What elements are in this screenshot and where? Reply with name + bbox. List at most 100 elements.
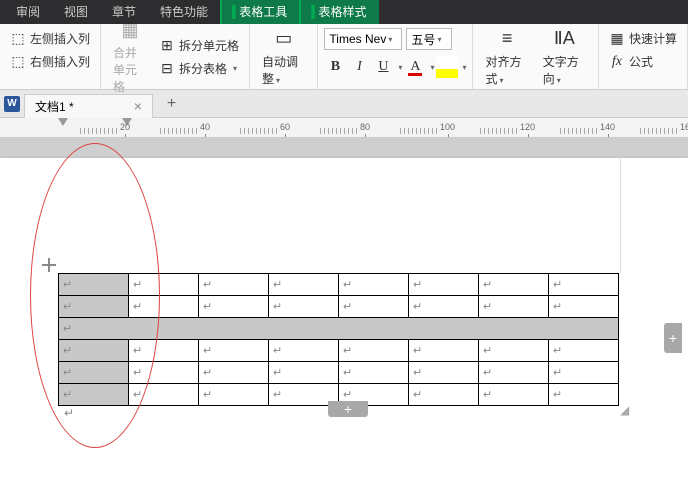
table-cell[interactable]: ↵ — [409, 274, 479, 296]
insert-col-right-button[interactable]: ⬚右侧插入列 — [6, 51, 94, 72]
menu-special[interactable]: 特色功能 — [148, 0, 220, 24]
table-cell[interactable]: ↵ — [269, 274, 339, 296]
table-row[interactable]: ↵↵↵↵↵↵↵↵ — [59, 362, 619, 384]
table-cell[interactable]: ↵ — [129, 340, 199, 362]
font-name-select[interactable]: Times Nev▾ — [324, 28, 402, 50]
font-color-button[interactable]: A — [404, 56, 426, 78]
table-cell[interactable]: ↵ — [339, 340, 409, 362]
align-button[interactable]: ≡对齐方式▾ — [479, 25, 534, 89]
table-cell[interactable]: ↵ — [129, 274, 199, 296]
underline-button[interactable]: U — [372, 56, 394, 78]
app-icon: W — [4, 96, 20, 112]
italic-button[interactable]: I — [348, 56, 370, 78]
table-cell[interactable]: ↵ — [199, 362, 269, 384]
ruler-indent-marker[interactable] — [58, 118, 68, 128]
fx-icon: fx — [609, 54, 625, 70]
menu-view[interactable]: 视图 — [52, 0, 100, 24]
table-cell[interactable]: ↵ — [269, 296, 339, 318]
table-cell[interactable]: ↵ — [59, 340, 129, 362]
table-cell[interactable]: ↵ — [59, 384, 129, 406]
table-cell[interactable]: ↵ — [199, 296, 269, 318]
insert-col-left-button[interactable]: ⬚左侧插入列 — [6, 28, 94, 49]
menu-table-tools-label: 表格工具 — [239, 5, 287, 19]
bold-button[interactable]: B — [324, 56, 346, 78]
chevron-down-icon: ▾ — [437, 35, 441, 44]
table-cell[interactable]: ↵ — [409, 340, 479, 362]
auto-adjust-icon: ▭ — [270, 27, 298, 51]
horizontal-ruler[interactable]: 20406080100120140160 — [0, 118, 688, 138]
ruler-tick: 40 — [200, 122, 210, 132]
text-direction-button[interactable]: ⅡA文字方向▾ — [537, 25, 592, 89]
table-cell[interactable]: ↵ — [199, 384, 269, 406]
table-cell-merged[interactable]: ↵ — [59, 318, 619, 340]
table-cell[interactable]: ↵ — [549, 362, 619, 384]
insert-left-label: 左侧插入列 — [30, 30, 90, 47]
table-cell[interactable]: ↵ — [479, 274, 549, 296]
fast-calc-button[interactable]: ▦快速计算 — [605, 28, 681, 49]
font-size-select[interactable]: 五号▾ — [406, 28, 452, 50]
table-row-merged[interactable]: ↵ — [59, 318, 619, 340]
table-cell[interactable]: ↵ — [339, 274, 409, 296]
table-cell[interactable]: ↵ — [269, 340, 339, 362]
merge-label: 合并单元格 — [113, 44, 147, 95]
paragraph-marker: ↵ — [64, 406, 74, 420]
document-tab-strip: W 文档1 * × + — [0, 90, 688, 118]
table-cell[interactable]: ↵ — [479, 384, 549, 406]
table-cell[interactable]: ↵ — [199, 340, 269, 362]
auto-adjust-label: 自动调整 — [262, 55, 298, 86]
merge-cells-button: ▦合并单元格 — [107, 16, 153, 97]
split-cells-button[interactable]: ⊞拆分单元格 — [155, 35, 243, 56]
formula-button[interactable]: fx公式 — [605, 51, 681, 72]
table-cell[interactable]: ↵ — [479, 340, 549, 362]
add-column-button[interactable]: + — [664, 323, 682, 353]
table-cell[interactable]: ↵ — [479, 362, 549, 384]
table-cell[interactable]: ↵ — [409, 296, 479, 318]
table-cell[interactable]: ↵ — [59, 296, 129, 318]
fast-calc-label: 快速计算 — [629, 30, 677, 47]
document-tab[interactable]: 文档1 * × — [24, 94, 153, 118]
table-cell[interactable]: ↵ — [479, 296, 549, 318]
table-cell[interactable]: ↵ — [409, 384, 479, 406]
formula-label: 公式 — [629, 53, 653, 70]
table-row[interactable]: ↵↵↵↵↵↵↵↵ — [59, 296, 619, 318]
table-cell[interactable]: ↵ — [269, 362, 339, 384]
new-tab-button[interactable]: + — [161, 95, 182, 113]
table-row[interactable]: ↵↵↵↵↵↵↵↵ — [59, 340, 619, 362]
ruler-tick: 140 — [600, 122, 615, 132]
merge-icon: ▦ — [116, 18, 144, 42]
table-cell[interactable]: ↵ — [129, 384, 199, 406]
table-resize-handle[interactable]: ◢ — [620, 403, 629, 417]
chevron-down-icon: ▾ — [462, 63, 466, 72]
table-cell[interactable]: ↵ — [339, 362, 409, 384]
table-move-handle[interactable] — [42, 258, 56, 272]
table-cell[interactable]: ↵ — [129, 362, 199, 384]
ruler-tick: 80 — [360, 122, 370, 132]
chevron-down-icon: ▾ — [430, 63, 434, 72]
table-cell[interactable]: ↵ — [129, 296, 199, 318]
table-row[interactable]: ↵↵↵↵↵↵↵↵ — [59, 274, 619, 296]
table-cell[interactable]: ↵ — [549, 274, 619, 296]
table-cell[interactable]: ↵ — [59, 362, 129, 384]
table-cell[interactable]: ↵ — [549, 296, 619, 318]
table-cell[interactable]: ↵ — [409, 362, 479, 384]
split-table-button[interactable]: ⊟拆分表格▾ — [155, 58, 243, 79]
auto-adjust-button[interactable]: ▭自动调整▾ — [256, 25, 311, 89]
menu-table-tools[interactable]: ▍表格工具 — [220, 0, 299, 24]
menu-table-style[interactable]: ▍表格样式 — [299, 0, 378, 24]
align-icon: ≡ — [493, 27, 521, 51]
page-area: ↵↵↵↵↵↵↵↵ ↵↵↵↵↵↵↵↵ ↵ ↵↵↵↵↵↵↵↵ ↵↵↵↵↵↵↵↵ ↵↵… — [0, 138, 688, 500]
highlight-button[interactable] — [436, 56, 458, 78]
close-tab-button[interactable]: × — [134, 98, 142, 114]
split-table-icon: ⊟ — [159, 60, 175, 76]
menu-review[interactable]: 审阅 — [4, 0, 52, 24]
insert-right-icon: ⬚ — [10, 54, 26, 70]
table-cell[interactable]: ↵ — [549, 384, 619, 406]
table-cell[interactable]: ↵ — [549, 340, 619, 362]
table-cell[interactable]: ↵ — [199, 274, 269, 296]
table-cell[interactable]: ↵ — [59, 274, 129, 296]
menubar: 审阅 视图 章节 特色功能 ▍表格工具 ▍表格样式 — [0, 0, 688, 24]
margin-guide — [620, 158, 621, 273]
table-cell[interactable]: ↵ — [339, 296, 409, 318]
add-row-button[interactable]: + — [328, 401, 368, 417]
content-table[interactable]: ↵↵↵↵↵↵↵↵ ↵↵↵↵↵↵↵↵ ↵ ↵↵↵↵↵↵↵↵ ↵↵↵↵↵↵↵↵ ↵↵… — [58, 273, 619, 406]
